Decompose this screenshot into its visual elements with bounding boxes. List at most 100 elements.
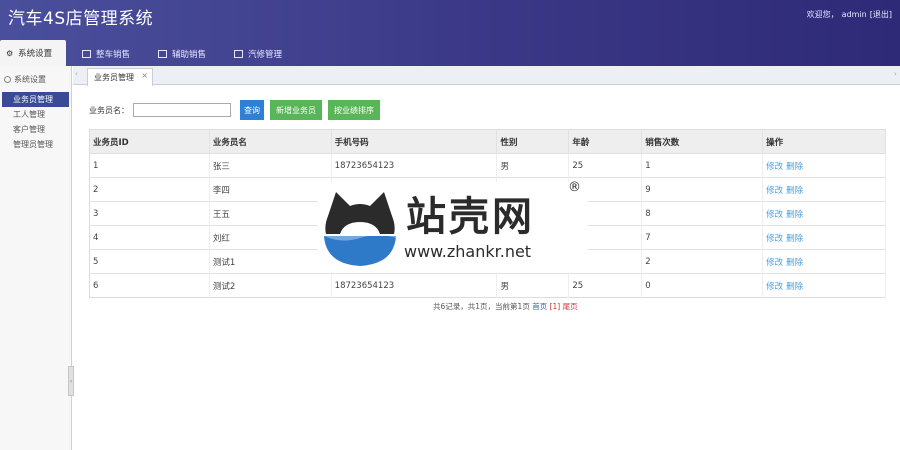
watermark-logo: 站壳网 ® www.zhankr.net bbox=[318, 180, 588, 272]
delete-link[interactable]: 删除 bbox=[786, 186, 803, 196]
delete-link[interactable]: 删除 bbox=[786, 258, 803, 268]
sidebar-item-label: 客户管理 bbox=[13, 125, 45, 134]
nav-tab-label: 辅助销售 bbox=[172, 50, 207, 60]
sidebar-item-salesperson[interactable]: 业务员管理 bbox=[2, 92, 69, 107]
cell-age: 25 bbox=[568, 273, 643, 298]
scroll-right-icon[interactable]: › bbox=[894, 70, 900, 80]
main-nav: ⚙ 系统设置 整车销售 辅助销售 汽修管理 bbox=[0, 40, 298, 66]
nav-tab-system-settings[interactable]: ⚙ 系统设置 bbox=[0, 40, 66, 66]
column-header: 年龄 bbox=[568, 129, 643, 154]
cell-age: 25 bbox=[568, 153, 643, 178]
sidebar-item-admins[interactable]: 管理员管理 bbox=[0, 137, 71, 152]
cell-sales-count: 9 bbox=[641, 177, 764, 202]
cell-name: 测试2 bbox=[209, 273, 332, 298]
scroll-left-icon[interactable]: ‹ bbox=[75, 70, 81, 80]
collapse-circle-icon bbox=[4, 75, 11, 83]
column-header: 业务员名 bbox=[209, 129, 332, 154]
query-button[interactable]: 查询 bbox=[240, 100, 264, 120]
watermark-name: 站壳网 bbox=[406, 194, 535, 240]
edit-link[interactable]: 修改 bbox=[766, 186, 783, 196]
gear-icon: ⚙ bbox=[6, 48, 14, 58]
cell-name: 王五 bbox=[209, 201, 332, 226]
column-header: 性别 bbox=[496, 129, 570, 154]
cell-actions: 修改 删除 bbox=[762, 273, 886, 298]
sidebar-item-label: 工人管理 bbox=[13, 110, 45, 119]
sort-by-performance-button[interactable]: 按业绩排序 bbox=[328, 100, 380, 120]
delete-link[interactable]: 删除 bbox=[786, 210, 803, 220]
cell-name: 张三 bbox=[209, 153, 332, 178]
username: admin bbox=[841, 10, 867, 19]
pagination: 共6记录，共1页，当前第1页 首页 [1] 尾页 bbox=[433, 301, 578, 312]
cell-actions: 修改 删除 bbox=[762, 177, 886, 202]
sidebar-item-customers[interactable]: 客户管理 bbox=[0, 122, 71, 137]
cell-actions: 修改 删除 bbox=[762, 225, 886, 250]
cell-name: 李四 bbox=[209, 177, 332, 202]
cell-sales-count: 7 bbox=[641, 225, 764, 250]
document-icon bbox=[234, 50, 244, 58]
sidebar-item-workers[interactable]: 工人管理 bbox=[0, 107, 71, 122]
cell-gender: 男 bbox=[496, 273, 570, 298]
cell-phone: 18723654123 bbox=[331, 273, 498, 298]
watermark-url: www.zhankr.net bbox=[404, 242, 532, 261]
table-header-row: 业务员ID 业务员名 手机号码 性别 年龄 销售次数 操作 bbox=[89, 129, 886, 154]
sidebar: 系统设置 业务员管理 工人管理 客户管理 管理员管理 ‹ bbox=[0, 66, 74, 450]
app-title: 汽车4S店管理系统 bbox=[8, 9, 154, 29]
content-tab-label: 业务员管理 bbox=[94, 73, 134, 82]
edit-link[interactable]: 修改 bbox=[766, 210, 783, 220]
cell-id: 3 bbox=[89, 201, 210, 226]
column-header: 业务员ID bbox=[89, 129, 210, 154]
app-header: 汽车4S店管理系统 欢迎您， admin [退出] ⚙ 系统设置 整车销售 辅助销售… bbox=[0, 0, 900, 66]
welcome-text: 欢迎您， bbox=[806, 10, 839, 19]
sidebar-header[interactable]: 系统设置 bbox=[0, 66, 71, 92]
cell-id: 6 bbox=[89, 273, 210, 298]
logout-link[interactable]: [退出] bbox=[870, 10, 892, 19]
edit-link[interactable]: 修改 bbox=[766, 234, 783, 244]
cell-gender: 男 bbox=[496, 153, 570, 178]
cell-sales-count: 1 bbox=[641, 153, 764, 178]
registered-mark: ® bbox=[568, 180, 581, 195]
nav-tab-label: 系统设置 bbox=[18, 49, 53, 59]
content-tab-salesperson[interactable]: 业务员管理 × bbox=[87, 68, 153, 86]
edit-link[interactable]: 修改 bbox=[766, 258, 783, 268]
delete-link[interactable]: 删除 bbox=[786, 162, 803, 172]
cell-phone: 18723654123 bbox=[331, 153, 498, 178]
welcome-area: 欢迎您， admin [退出] bbox=[804, 9, 892, 20]
column-header: 操作 bbox=[762, 129, 886, 154]
cell-id: 2 bbox=[89, 177, 210, 202]
edit-link[interactable]: 修改 bbox=[766, 282, 783, 292]
add-salesperson-button[interactable]: 新增业务员 bbox=[270, 100, 322, 120]
column-header: 手机号码 bbox=[331, 129, 498, 154]
cat-logo-icon bbox=[324, 192, 396, 266]
cell-actions: 修改 删除 bbox=[762, 153, 886, 178]
first-page-link[interactable]: 首页 bbox=[532, 302, 547, 311]
nav-tab-label: 整车销售 bbox=[96, 50, 131, 60]
current-page-link[interactable]: [1] bbox=[550, 302, 561, 311]
nav-tab-label: 汽修管理 bbox=[248, 50, 283, 60]
column-header: 销售次数 bbox=[641, 129, 764, 154]
sidebar-item-label: 管理员管理 bbox=[13, 140, 53, 149]
close-icon[interactable]: × bbox=[141, 71, 148, 80]
delete-link[interactable]: 删除 bbox=[786, 234, 803, 244]
salesperson-name-input[interactable] bbox=[133, 103, 231, 117]
cell-sales-count: 8 bbox=[641, 201, 764, 226]
cell-sales-count: 0 bbox=[641, 273, 764, 298]
sidebar-item-label: 业务员管理 bbox=[13, 95, 53, 104]
cell-name: 测试1 bbox=[209, 249, 332, 274]
last-page-link[interactable]: 尾页 bbox=[563, 302, 578, 311]
search-toolbar: 业务员名： 查询 新增业务员 按业绩排序 bbox=[89, 100, 386, 120]
cell-id: 5 bbox=[89, 249, 210, 274]
pagination-summary: 共6记录，共1页，当前第1页 bbox=[433, 302, 530, 311]
cell-actions: 修改 删除 bbox=[762, 249, 886, 274]
nav-tab-auxiliary-sales[interactable]: 辅助销售 bbox=[146, 42, 218, 66]
search-label: 业务员名： bbox=[89, 105, 129, 115]
cell-name: 刘红 bbox=[209, 225, 332, 250]
delete-link[interactable]: 删除 bbox=[786, 282, 803, 292]
nav-tab-vehicle-sales[interactable]: 整车销售 bbox=[70, 42, 142, 66]
cell-id: 1 bbox=[89, 153, 210, 178]
sidebar-title: 系统设置 bbox=[14, 74, 46, 84]
edit-link[interactable]: 修改 bbox=[766, 162, 783, 172]
nav-tab-repair-management[interactable]: 汽修管理 bbox=[222, 42, 294, 66]
document-icon bbox=[82, 50, 91, 58]
cell-actions: 修改 删除 bbox=[762, 201, 886, 226]
chevron-left-icon: ‹ bbox=[69, 377, 73, 385]
